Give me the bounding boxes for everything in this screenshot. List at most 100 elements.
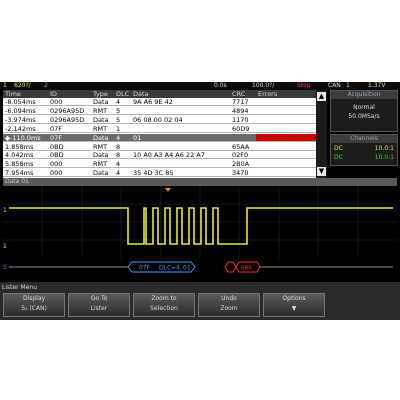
acquisition-title: Acquisition (331, 91, 397, 99)
softkey-menu: Lister Menu Display S₁ (CAN) Go To Liste… (0, 282, 400, 320)
frame-data: 01 (183, 265, 191, 272)
table-row[interactable]: 7.954ms 000 Data 4 35 4D 3C 85 3470 (3, 169, 316, 178)
decode-label: Data 01 (5, 178, 29, 185)
cell-crc: 2B0A (232, 160, 250, 169)
waveform-area[interactable]: 1 1 07F DLC=4 01 ERR S (3, 186, 397, 282)
cell-crc: 02F0 (232, 151, 249, 160)
cell-type: RMT (93, 124, 108, 133)
cell-data: 06 08 00 02 04 (133, 115, 183, 124)
cell-data: 01 (133, 133, 142, 142)
error-cell (256, 133, 320, 141)
col-data[interactable]: Data (133, 90, 149, 98)
cell-type: RMT (93, 160, 108, 169)
lister-table[interactable]: Time ID Type DLC Data CRC Errors -8.054m… (3, 90, 320, 178)
table-row-selected[interactable]: ◆-110.0ms 07F Data 4 01 (3, 133, 320, 142)
chevron-down-icon: ▼ (291, 305, 297, 312)
cell-dlc: 5 (116, 106, 121, 115)
ch1-ref-icon[interactable]: 1 (3, 243, 7, 250)
display-button[interactable]: Display S₁ (CAN) (3, 293, 65, 317)
zoom-to-selection-button[interactable]: Zoom to Selection (133, 293, 195, 317)
table-row[interactable]: 4.042ms 0BD Data 8 10 A0 A3 A4 A6 22 A7 02F0 (3, 151, 316, 160)
options-label: Options (282, 295, 306, 302)
cell-crc: 7717 (232, 98, 249, 106)
display-value: S₁ (CAN) (21, 305, 47, 312)
col-errors[interactable]: Errors (258, 90, 277, 98)
frame-dlc: DLC=4 (159, 265, 180, 272)
scroll-up-icon[interactable]: ▲ (317, 92, 326, 101)
trigger-level: 1.37V (368, 82, 386, 89)
col-crc[interactable]: CRC (232, 90, 245, 98)
table-row[interactable]: -6.094ms 0296A95D RMT 5 4894 (3, 107, 316, 115)
table-row[interactable]: 1.858ms 0BD RMT 8 65AA (3, 143, 316, 151)
cell-id: 07F (50, 124, 63, 133)
cell-type: RMT (93, 106, 108, 115)
channels-panel[interactable]: Channels DC 10.0:1 DC 10.0:1 (330, 134, 398, 166)
cell-id: 0296A95D (50, 115, 85, 124)
status-bar: 1 620?/ 2 0.0s 100.0?/ Stop CAN 1 1.37V (0, 82, 400, 90)
cell-dlc: 4 (116, 160, 121, 169)
sample-rate: 50.0MSa/s (348, 113, 380, 120)
ch1-ground-icon[interactable]: 1 (3, 207, 7, 214)
ch2-coupling: DC (334, 154, 343, 161)
lister-label: Lister (90, 305, 108, 312)
col-time[interactable]: Time (5, 90, 21, 98)
cell-data: 35 4D 3C 85 (133, 169, 174, 178)
undo-zoom-button[interactable]: Undo Zoom (198, 293, 260, 317)
table-row[interactable]: -8.054ms 000 Data 4 9A A6 9E 42 7717 (3, 98, 316, 106)
ch1-label[interactable]: 1 (3, 82, 7, 90)
cell-data: 9A A6 9E 42 (133, 98, 173, 106)
zoom-to-label: Zoom to (151, 295, 177, 302)
cell-id: 07F (50, 133, 63, 142)
cell-type: RMT (93, 142, 108, 151)
selection-label: Selection (150, 305, 178, 312)
lister-scrollbar[interactable]: ▲ ▼ (316, 90, 327, 178)
ch1-coupling: DC (334, 145, 343, 152)
bus-number: 1 (346, 82, 350, 89)
cell-data: 10 A0 A3 A4 A6 22 A7 (133, 151, 205, 160)
cell-time: -6.094ms (5, 106, 36, 115)
table-row[interactable]: -2.142ms 07F RMT 1 60D9 (3, 125, 316, 133)
cell-dlc: 5 (116, 115, 121, 124)
cell-time: 4.042ms (5, 151, 34, 160)
col-id[interactable]: ID (50, 90, 57, 98)
acquisition-panel[interactable]: Acquisition Normal 50.0MSa/s (330, 90, 398, 132)
ch1-probe: 10.0:1 (374, 145, 394, 152)
cell-type: Data (93, 133, 109, 142)
col-type[interactable]: Type (93, 90, 108, 98)
cell-dlc: 8 (116, 151, 121, 160)
table-row[interactable]: -3.974ms 0296A95D Data 5 06 08 00 02 04 1170 (3, 116, 316, 124)
col-dlc[interactable]: DLC (116, 90, 129, 98)
go-to-label: Go To (90, 295, 108, 302)
cell-dlc: 4 (116, 169, 121, 178)
cell-crc: 4894 (232, 106, 249, 115)
channels-title: Channels (331, 135, 397, 143)
cell-time: -2.142ms (5, 124, 36, 133)
ch1-scale: 620?/ (14, 82, 31, 89)
ch2-label[interactable]: 2 (44, 82, 48, 90)
cell-type: Data (93, 115, 109, 124)
cell-id: 000 (50, 169, 63, 178)
cell-time: 5.858ms (5, 160, 34, 169)
cell-type: Data (93, 151, 109, 160)
bus-label: CAN (328, 82, 341, 89)
bus-ref-icon[interactable]: S (3, 264, 7, 271)
display-label: Display (22, 295, 46, 302)
lister-header: Time ID Type DLC Data CRC Errors (3, 90, 316, 98)
undo-label: Undo (221, 295, 237, 302)
cell-type: Data (93, 98, 109, 106)
cell-time: -8.054ms (5, 98, 36, 106)
cell-dlc: 4 (116, 133, 121, 142)
table-row[interactable]: 5.858ms 000 RMT 4 2B0A (3, 160, 316, 169)
cell-crc: 60D9 (232, 124, 250, 133)
cell-crc: 1170 (232, 115, 249, 124)
scroll-down-icon[interactable]: ▼ (317, 167, 326, 176)
cell-id: 000 (50, 160, 63, 169)
go-to-lister-button[interactable]: Go To Lister (68, 293, 130, 317)
cell-id: 0296A95D (50, 106, 85, 115)
cell-type: Data (93, 169, 109, 178)
options-button[interactable]: Options ▼ (263, 293, 325, 317)
cell-dlc: 4 (116, 98, 121, 106)
error-label: ERR (241, 266, 252, 272)
waveform-svg: 1 1 07F DLC=4 01 ERR S (3, 186, 397, 282)
cell-dlc: 8 (116, 142, 121, 151)
